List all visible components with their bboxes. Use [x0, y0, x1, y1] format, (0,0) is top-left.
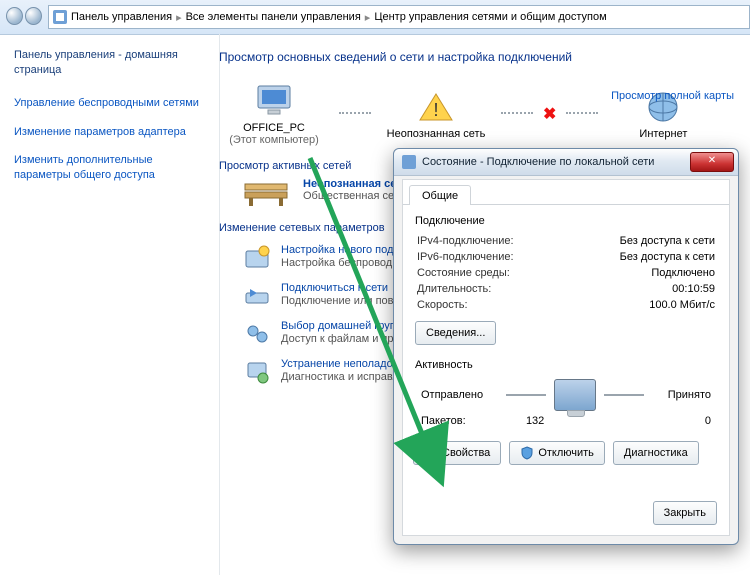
crumb-1[interactable]: Панель управления: [71, 11, 172, 23]
active-net-sub: Общественная сеть: [303, 190, 405, 202]
home-link[interactable]: Панель управления - домашняя страница: [14, 48, 209, 78]
group-connection: Подключение: [415, 215, 717, 227]
properties-button[interactable]: Свойства: [413, 441, 501, 465]
node-label: Неопознанная сеть: [381, 128, 491, 140]
dialog-titlebar[interactable]: Состояние - Подключение по локальной сет…: [394, 149, 738, 176]
nav-wireless[interactable]: Управление беспроводными сетями: [14, 96, 209, 111]
group-activity: Активность: [415, 359, 717, 371]
lbl-recv: Принято: [668, 389, 711, 401]
svg-text:!: !: [433, 100, 438, 120]
btn-label: Отключить: [538, 447, 594, 459]
chevron-right-icon: ▸: [365, 11, 371, 24]
node-label: Интернет: [608, 128, 718, 140]
close-dialog-button[interactable]: Закрыть: [653, 501, 717, 525]
tab-general[interactable]: Общие: [409, 185, 471, 205]
disable-button[interactable]: Отключить: [509, 441, 605, 465]
val-ipv4: Без доступа к сети: [620, 235, 715, 247]
wizard-icon: [243, 244, 271, 272]
tab-strip: Общие: [403, 180, 729, 205]
diagnostics-button[interactable]: Диагностика: [613, 441, 699, 465]
network-icon: [402, 155, 416, 169]
full-map-link[interactable]: Просмотр полной карты: [611, 90, 734, 102]
forward-button[interactable]: [25, 7, 42, 25]
val-ipv6: Без доступа к сети: [620, 251, 715, 263]
activity-icon: [506, 379, 644, 411]
warning-icon: !: [381, 88, 491, 126]
dialog-body: Общие Подключение IPv4-подключение: Без д…: [402, 179, 730, 536]
val-recv: 0: [705, 415, 711, 427]
nav-adapter-settings[interactable]: Изменение параметров адаптера: [14, 125, 209, 140]
node-sublabel: (Этот компьютер): [219, 134, 329, 146]
page-title: Просмотр основных сведений о сети и наст…: [219, 50, 734, 64]
nav-buttons: [6, 7, 42, 27]
val-state: Подключено: [651, 267, 715, 279]
shield-icon: [424, 446, 438, 460]
crumb-2[interactable]: Все элементы панели управления: [186, 11, 361, 23]
troubleshoot-icon: [243, 358, 271, 386]
left-nav: Панель управления - домашняя страница Уп…: [0, 34, 220, 575]
address-bar: Панель управления ▸ Все элементы панели …: [0, 0, 750, 35]
lbl-ipv6: IPv6-подключение:: [417, 251, 514, 263]
btn-label: Свойства: [442, 447, 490, 459]
link-line: [501, 112, 533, 116]
control-panel-icon: [53, 10, 67, 24]
val-speed: 100.0 Мбит/с: [649, 299, 715, 311]
bench-icon: [243, 178, 289, 208]
chevron-right-icon: ▸: [176, 11, 182, 24]
node-label: OFFICE_PC: [219, 122, 329, 134]
node-unknown-net[interactable]: ! Неопознанная сеть: [381, 88, 491, 140]
details-button[interactable]: Сведения...: [415, 321, 496, 345]
connect-icon: [243, 282, 271, 310]
shield-icon: [520, 446, 534, 460]
cross-icon: ✖: [543, 104, 556, 124]
homegroup-icon: [243, 320, 271, 348]
status-dialog: Состояние - Подключение по локальной сет…: [393, 148, 739, 545]
lbl-packets: Пакетов:: [421, 415, 466, 427]
breadcrumb[interactable]: Панель управления ▸ Все элементы панели …: [48, 5, 750, 29]
node-this-pc[interactable]: OFFICE_PC (Этот компьютер): [219, 82, 329, 146]
back-button[interactable]: [6, 7, 23, 25]
dialog-title: Состояние - Подключение по локальной сет…: [422, 156, 684, 168]
lbl-speed: Скорость:: [417, 299, 468, 311]
link-line: [339, 112, 371, 116]
crumb-3[interactable]: Центр управления сетями и общим доступом: [374, 11, 606, 23]
close-button[interactable]: ✕: [690, 152, 734, 172]
link-line: [566, 112, 598, 116]
nav-sharing-settings[interactable]: Изменить дополнительные параметры общего…: [14, 153, 209, 183]
lbl-sent: Отправлено: [421, 389, 483, 401]
lbl-ipv4: IPv4-подключение:: [417, 235, 514, 247]
lbl-duration: Длительность:: [417, 283, 491, 295]
lbl-state: Состояние среды:: [417, 267, 510, 279]
val-duration: 00:10:59: [672, 283, 715, 295]
val-sent: 132: [526, 415, 544, 427]
computer-icon: [219, 82, 329, 120]
